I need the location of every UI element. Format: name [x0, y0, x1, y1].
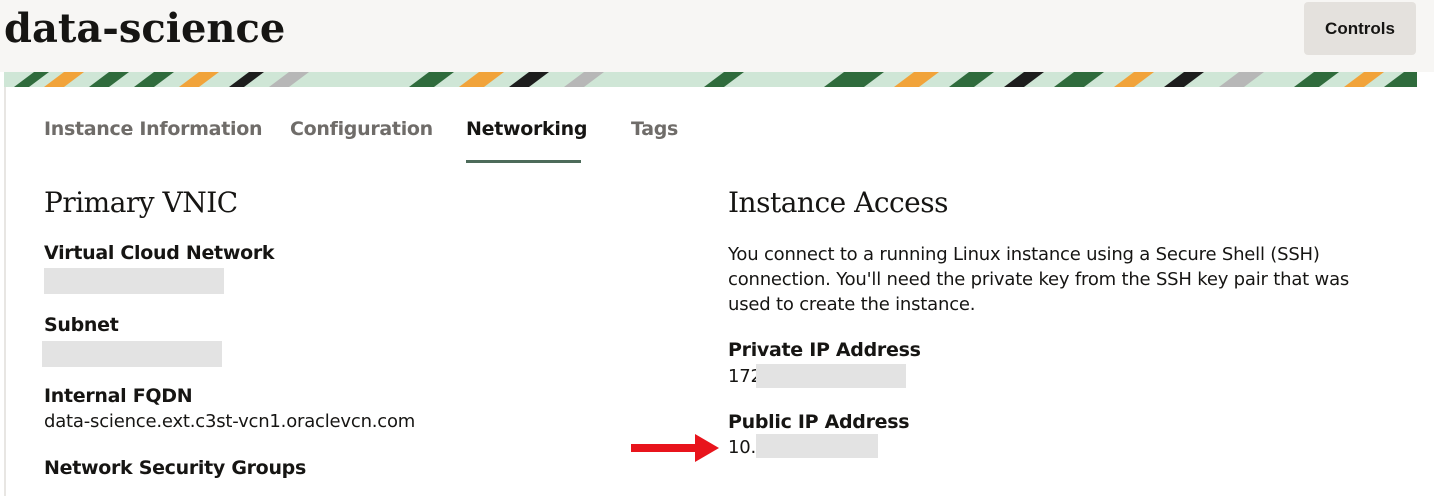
- private-ip-label: Private IP Address: [728, 339, 921, 361]
- fqdn-value: data-science.ext.c3st-vcn1.oraclevcn.com: [44, 411, 416, 432]
- tab-networking[interactable]: Networking: [466, 118, 587, 140]
- public-ip-label: Public IP Address: [728, 411, 910, 433]
- active-tab-indicator: [466, 160, 581, 163]
- red-arrow-icon: [631, 434, 721, 467]
- page-title: data-science: [4, 5, 286, 52]
- vcn-value-redacted: [44, 268, 224, 294]
- vcn-label: Virtual Cloud Network: [44, 242, 275, 264]
- nsg-label: Network Security Groups: [44, 457, 306, 479]
- controls-button[interactable]: Controls: [1304, 2, 1416, 55]
- tab-configuration[interactable]: Configuration: [290, 118, 433, 140]
- decorative-banner: [4, 72, 1417, 87]
- tab-instance-information[interactable]: Instance Information: [44, 118, 262, 140]
- page-header: data-science Controls: [0, 0, 1434, 72]
- public-ip-redacted: [756, 434, 878, 458]
- tab-tags[interactable]: Tags: [631, 118, 678, 140]
- content-border: [4, 87, 6, 496]
- primary-vnic-heading: Primary VNIC: [44, 186, 238, 219]
- private-ip-redacted: [756, 364, 906, 388]
- subnet-value-redacted: [42, 341, 222, 367]
- instance-access-heading: Instance Access: [728, 186, 949, 219]
- instance-access-description: You connect to a running Linux instance …: [728, 244, 1350, 315]
- subnet-label: Subnet: [44, 314, 119, 336]
- fqdn-label: Internal FQDN: [44, 385, 193, 407]
